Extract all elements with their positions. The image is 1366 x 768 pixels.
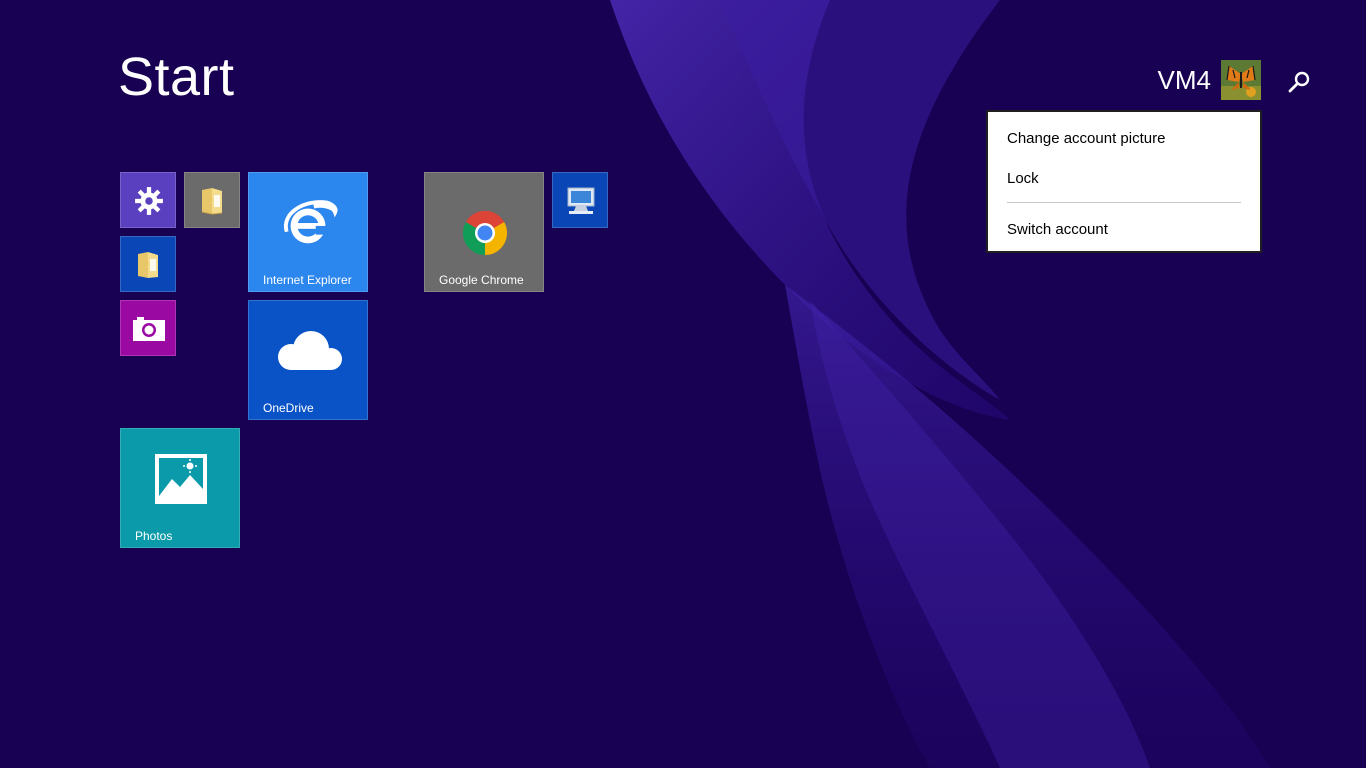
folder-icon [138,252,158,278]
tile-label: Photos [135,529,173,543]
folder-icon [201,188,223,215]
onedrive-tile[interactable]: OneDrive [248,300,368,420]
tile-label: Google Chrome [439,273,524,287]
photos-tile[interactable]: Photos [120,428,240,548]
account-button[interactable]: VM4 [1158,60,1261,100]
page-title: Start [118,47,235,107]
this-pc-tile[interactable] [552,172,608,228]
photo-landscape-icon [155,454,207,504]
camera-icon [133,317,165,341]
account-menu: Change account picture Lock Switch accou… [986,110,1262,253]
tile-label: Internet Explorer [263,273,352,287]
cloud-icon [278,331,342,370]
switch-account-menu-item[interactable]: Switch account [1007,221,1108,238]
chrome-logo-icon [462,210,508,256]
tile-label: OneDrive [263,401,314,415]
gear-icon [135,187,163,215]
change-account-picture-menu-item[interactable]: Change account picture [1007,130,1165,147]
file-explorer-tile[interactable] [184,172,240,228]
butterfly-avatar-icon [1221,60,1261,100]
google-chrome-tile[interactable]: Google Chrome [424,172,544,292]
search-icon[interactable] [1286,68,1314,96]
computer-monitor-icon [567,187,595,214]
lock-menu-item[interactable]: Lock [1007,170,1039,187]
file-explorer-tile-2[interactable] [120,236,176,292]
ie-logo-icon [283,200,338,244]
camera-tile[interactable] [120,300,176,356]
menu-divider [1007,202,1241,203]
settings-tile[interactable] [120,172,176,228]
user-name: VM4 [1157,65,1211,95]
internet-explorer-tile[interactable]: Internet Explorer [248,172,368,292]
